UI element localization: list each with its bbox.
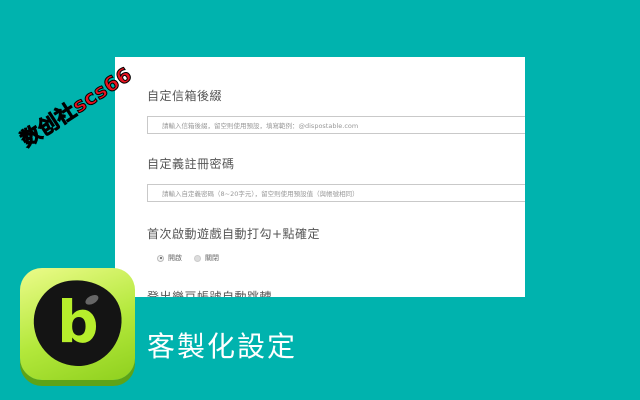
settings-panel: 自定信箱後綴 請輸入信箱後綴，留空則使用預設，填寫範例：@dispostable… xyxy=(115,57,525,297)
auto-check-title: 首次啟動遊戲自動打勾+點確定 xyxy=(147,227,321,241)
radio-option-off[interactable]: 關閉 xyxy=(194,253,219,263)
logo-letter: b xyxy=(57,288,99,357)
auto-check-radio-group: 開啟 關閉 xyxy=(147,253,525,263)
next-section: 登出樂豆帳號自動跳轉 xyxy=(147,288,525,297)
next-section-title: 登出樂豆帳號自動跳轉 xyxy=(147,290,273,297)
caption-title: 客製化設定 xyxy=(147,330,298,363)
radio-option-on[interactable]: 開啟 xyxy=(157,253,182,263)
logo-blob-icon: b xyxy=(28,274,128,372)
auto-check-section: 首次啟動遊戲自動打勾+點確定 開啟 關閉 xyxy=(147,225,525,263)
radio-option-off-label: 關閉 xyxy=(205,254,219,262)
email-suffix-input[interactable]: 請輸入信箱後綴，留空則使用預設，填寫範例：@dispostable.com xyxy=(147,116,525,134)
radio-checked-icon xyxy=(157,254,164,262)
app-logo: b xyxy=(20,268,135,380)
email-suffix-title: 自定信箱後綴 xyxy=(147,89,223,103)
register-password-input[interactable]: 請輸入自定義密碼（8~20字元），留空則使用預設值（與帳號相同） xyxy=(147,184,525,202)
register-password-title: 自定義註冊密碼 xyxy=(147,157,235,171)
email-suffix-section: 自定信箱後綴 請輸入信箱後綴，留空則使用預設，填寫範例：@dispostable… xyxy=(147,87,525,134)
radio-unchecked-icon xyxy=(194,254,201,262)
radio-option-on-label: 開啟 xyxy=(168,254,182,262)
register-password-section: 自定義註冊密碼 請輸入自定義密碼（8~20字元），留空則使用預設值（與帳號相同） xyxy=(147,155,525,202)
